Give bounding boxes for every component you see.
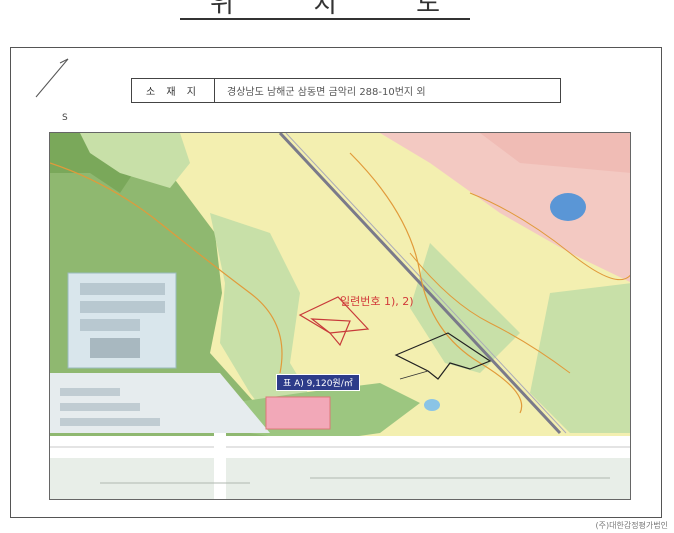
title-char-1: 위	[210, 0, 234, 19]
location-box: 소 재 지 경상남도 남해군 삼동면 금악리 288-10번지 외	[131, 78, 561, 103]
location-map: 일련번호 1), 2) 표 A) 9,120원/㎡	[49, 132, 631, 500]
comparable-price-tag: 표 A) 9,120원/㎡	[276, 374, 360, 391]
location-value: 경상남도 남해군 삼동면 금악리 288-10번지 외	[227, 87, 426, 98]
scale-mark: S	[62, 113, 68, 123]
page-title: 위 치 도	[180, 0, 470, 20]
location-label: 소 재 지	[132, 79, 215, 102]
north-arrow-icon	[35, 58, 69, 98]
subject-parcel-label: 일련번호 1), 2)	[340, 295, 414, 308]
map-canvas	[50, 133, 630, 499]
title-char-3: 도	[416, 0, 440, 19]
title-char-2: 치	[313, 0, 337, 19]
footer-note: (주)대한감정평가법인	[595, 521, 668, 530]
